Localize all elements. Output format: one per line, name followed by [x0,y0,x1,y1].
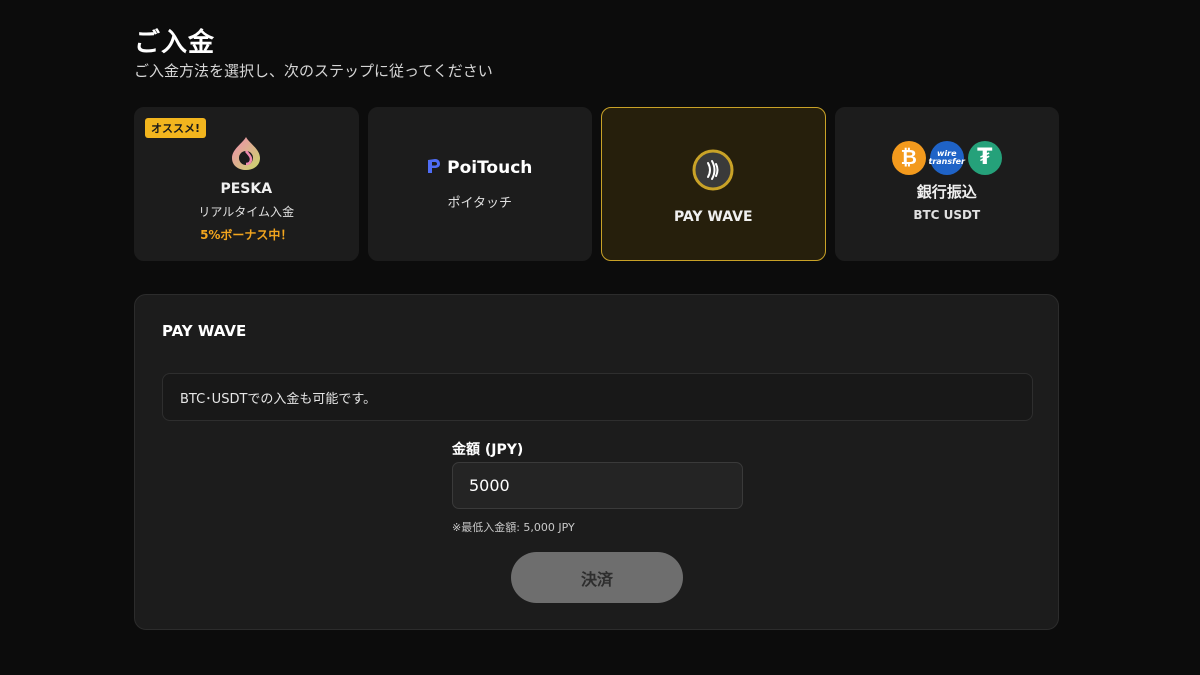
payment-method-list: オススメ! PESKA リアルタイム入金 5%ボーナス中！ PoiTouch ポ… [134,107,1059,261]
method-card-peska[interactable]: オススメ! PESKA リアルタイム入金 5%ボーナス中！ [134,107,359,261]
recommended-badge: オススメ! [145,118,207,138]
poitouch-brand: PoiTouch [427,158,532,178]
poitouch-logo-icon [427,158,441,178]
page-title: ご入金 [134,28,216,58]
tether-icon: ₮ [967,140,1002,175]
submit-payment-button[interactable]: 決済 [511,552,683,603]
method-name: 銀行振込 [916,182,977,201]
method-subtitle: リアルタイム入金 [198,205,295,219]
method-card-bank-transfer[interactable]: ₿ wire transfer ₮ 銀行振込 BTC USDT [834,107,1059,261]
info-message: BTC･USDTでの入金も可能です。 [162,373,1033,421]
bonus-text: 5%ボーナス中！ [200,228,293,242]
page-subtitle: ご入金方法を選択し、次のステップに従ってください [134,62,493,80]
method-subtitle: ポイタッチ [447,195,512,211]
bitcoin-icon: ₿ [891,140,926,175]
method-name: PoiTouch [447,157,533,178]
minimum-amount-note: ※最低入金額: 5,000 JPY [452,521,575,534]
method-card-poitouch[interactable]: PoiTouch ポイタッチ [367,107,592,261]
amount-label: 金額 (JPY) [452,442,524,458]
crypto-icon-row: ₿ wire transfer ₮ [891,140,1002,175]
method-subtitle: BTC USDT [913,207,981,222]
info-text: BTC･USDTでの入金も可能です。 [180,391,377,407]
payment-panel: PAY WAVE BTC･USDTでの入金も可能です。 金額 (JPY) ※最低… [134,294,1059,630]
paywave-icon [692,149,734,195]
peska-logo-icon [229,135,263,175]
wire-transfer-icon: wire transfer [929,140,965,175]
method-card-paywave[interactable]: PAY WAVE [601,107,826,261]
amount-input[interactable] [452,462,743,509]
method-name: PAY WAVE [673,209,753,225]
method-name: PESKA [220,181,273,197]
panel-title: PAY WAVE [162,322,247,340]
